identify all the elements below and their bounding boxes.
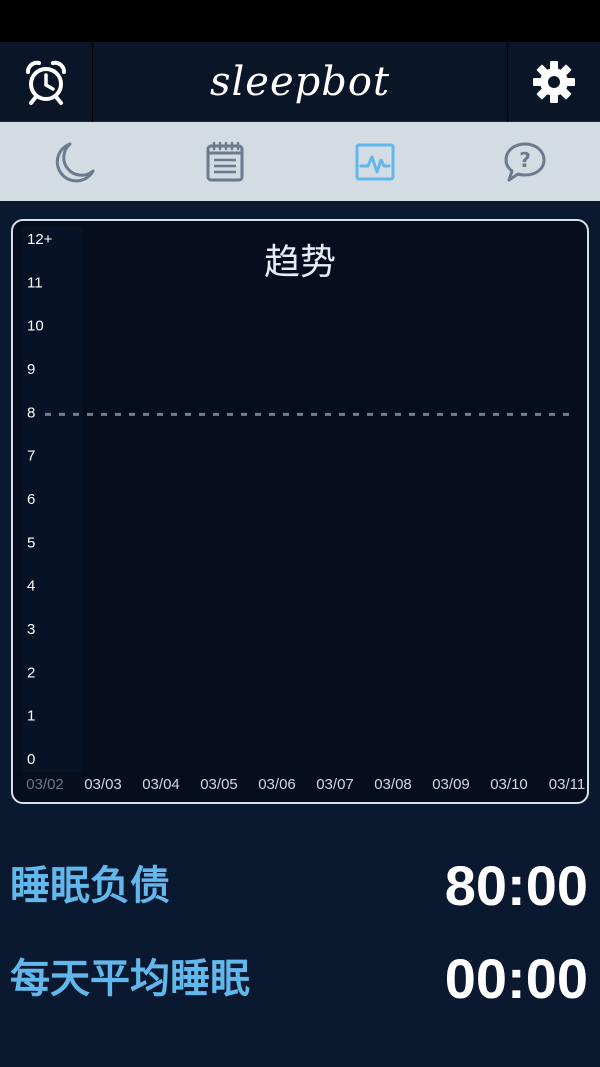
app-header: sleepbot (0, 42, 600, 122)
tab-log[interactable] (150, 122, 300, 201)
y-tick-label: 5 (27, 534, 35, 551)
x-tick-label: 03/05 (200, 776, 238, 793)
y-tick-label: 8 (27, 404, 35, 421)
status-bar (0, 0, 600, 42)
average-sleep-label: 每天平均睡眠 (10, 956, 250, 1002)
chart-title: 趋势 (263, 242, 336, 283)
y-tick-label: 4 (27, 578, 35, 595)
average-sleep-value: 00:00 (444, 947, 588, 1010)
x-tick-label: 03/09 (432, 776, 470, 793)
y-tick-label: 10 (27, 318, 44, 335)
tab-bar: ? (0, 122, 600, 201)
gear-icon (533, 61, 575, 103)
sleep-debt-row: 睡眠负债 80:00 (0, 851, 600, 921)
alarm-button[interactable] (0, 42, 93, 122)
sleep-debt-value: 80:00 (444, 854, 588, 917)
x-tick-label: 03/08 (374, 776, 412, 793)
moon-icon (55, 142, 95, 182)
x-tick-label: 03/11 (549, 776, 585, 793)
x-tick-label: 03/10 (490, 776, 528, 793)
sleep-debt-label: 睡眠负债 (10, 863, 170, 909)
svg-text:?: ? (519, 148, 531, 172)
x-tick-label: 03/04 (142, 776, 180, 793)
y-tick-label: 2 (27, 664, 35, 681)
alarm-clock-icon (26, 60, 66, 105)
help-bubble-icon: ? (504, 142, 546, 181)
x-tick-label: 03/06 (258, 776, 296, 793)
app-logo: sleepbot (209, 59, 391, 105)
notepad-icon (206, 141, 244, 181)
y-tick-label: 3 (27, 621, 35, 638)
y-tick-label: 9 (27, 361, 35, 378)
x-tick-label: 03/03 (84, 776, 122, 793)
y-tick-label: 6 (27, 491, 35, 508)
tab-sleep[interactable] (0, 122, 150, 201)
tab-trends[interactable] (300, 122, 450, 201)
y-tick-label: 7 (27, 448, 35, 465)
settings-button[interactable] (507, 42, 600, 122)
average-sleep-row: 每天平均睡眠 00:00 (0, 944, 600, 1014)
trend-chart-plot: 0123456789101112+ 03/02 03/03 03/04 03/05 03… (19, 227, 585, 796)
activity-chart-icon (355, 143, 395, 180)
y-tick-label: 0 (27, 751, 35, 768)
x-tick-label: 03/02 (26, 776, 64, 793)
plot-area (19, 227, 581, 796)
trend-chart: 0 1 2 3 4 5 6 7 8 9 10 11 12+ 03/02 03/03 03/04 03/05 03… (11, 219, 589, 804)
tab-help[interactable]: ? (450, 122, 600, 201)
x-tick-label: 03/07 (316, 776, 354, 793)
y-tick-label: 1 (27, 708, 35, 725)
